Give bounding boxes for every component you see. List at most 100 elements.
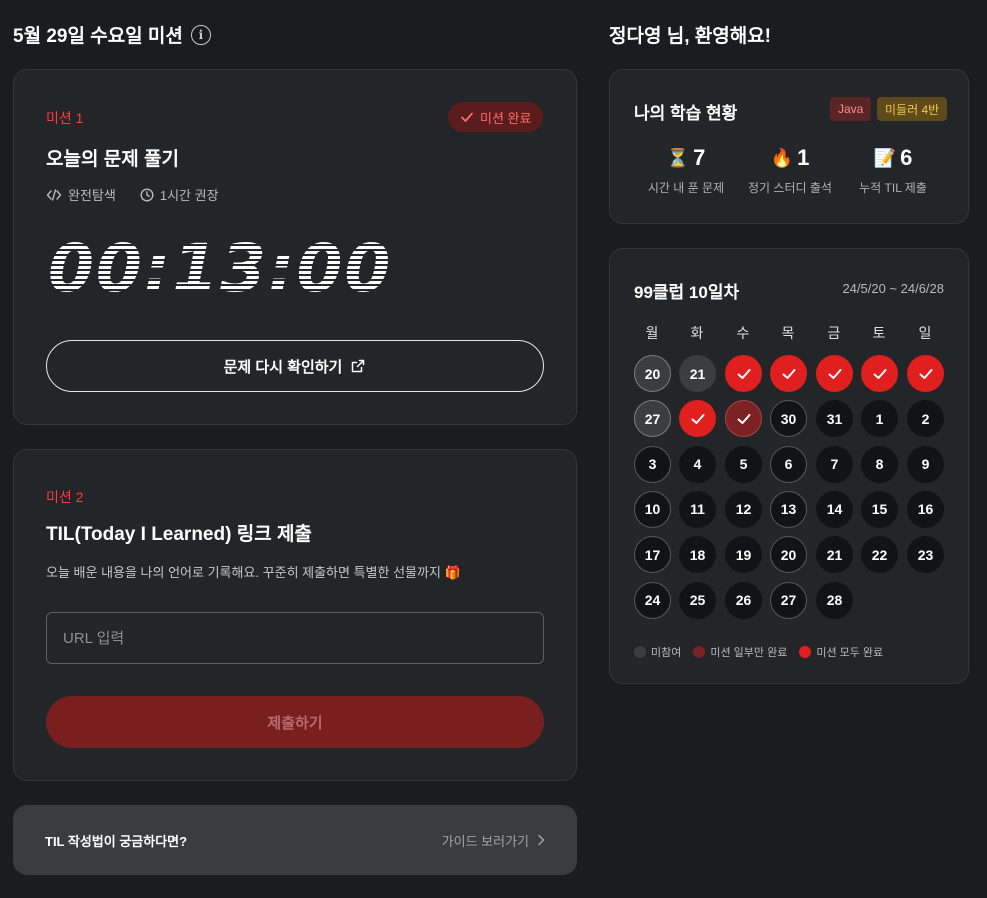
- calendar-day[interactable]: 22: [861, 536, 898, 574]
- calendar-day[interactable]: 9: [907, 445, 944, 483]
- calendar-day[interactable]: 2: [907, 400, 944, 438]
- calendar-day[interactable]: 24: [634, 581, 671, 619]
- calendar-day[interactable]: 7: [816, 445, 853, 483]
- review-problem-label: 문제 다시 확인하기: [223, 358, 343, 376]
- calendar-day-number: 24: [644, 592, 661, 608]
- check-icon: [737, 368, 750, 379]
- calendar-day[interactable]: [725, 355, 762, 392]
- calendar-day[interactable]: 10: [634, 490, 671, 528]
- calendar-day[interactable]: 18: [679, 536, 716, 574]
- calendar-day-number: 2: [921, 410, 930, 427]
- check-icon: [873, 368, 886, 379]
- code-icon: [46, 188, 62, 201]
- calendar-day[interactable]: 30: [770, 400, 807, 438]
- check-icon: [919, 368, 932, 379]
- learning-status-card: 나의 학습 현황 Java 미들러 4반 ⏳ 7 시간 내 푼 문제 🔥 1 정기 …: [609, 69, 969, 224]
- check-icon: [828, 368, 841, 379]
- time-hint: 1시간 권장: [140, 185, 219, 204]
- calendar-day[interactable]: 25: [679, 581, 716, 619]
- calendar-day[interactable]: 20: [634, 355, 671, 392]
- stat-attendance-value: 🔥 1: [771, 145, 810, 171]
- calendar-day[interactable]: [679, 400, 716, 438]
- time-hint-label: 1시간 권장: [159, 188, 219, 203]
- calendar-day-number: 10: [644, 501, 661, 518]
- language-tag: Java: [830, 97, 872, 121]
- stat-attendance-number: 1: [797, 145, 810, 170]
- calendar-day[interactable]: 27: [770, 581, 807, 619]
- legend-partial-label: 미션 일부만 완료: [710, 647, 788, 659]
- stat-solved-in-time: ⏳ 7 시간 내 푼 문제: [631, 145, 741, 196]
- calendar-day[interactable]: 23: [907, 536, 944, 574]
- guide-link-label: 가이드 보러가기: [441, 833, 529, 849]
- calendar-day-number: 5: [739, 456, 748, 473]
- submit-button[interactable]: 제출하기: [46, 696, 544, 748]
- calendar-day[interactable]: 15: [861, 490, 898, 528]
- mission2-card: 미션 2 TIL(Today I Learned) 링크 제출 오늘 배운 내용…: [13, 449, 577, 781]
- calendar-day-number: 7: [830, 456, 839, 473]
- calendar-day[interactable]: 14: [816, 490, 853, 528]
- calendar-day[interactable]: 12: [725, 490, 762, 528]
- calendar-day[interactable]: 5: [725, 445, 762, 483]
- calendar-day[interactable]: [907, 355, 944, 392]
- calendar-day[interactable]: 4: [679, 445, 716, 483]
- welcome-heading: 정다영 님, 환영해요!: [609, 21, 771, 48]
- memo-icon: 📝: [873, 147, 897, 168]
- calendar-day[interactable]: 20: [770, 536, 807, 574]
- calendar-day-number: 20: [644, 365, 661, 382]
- legend-partial-dot: [693, 646, 706, 658]
- guide-link[interactable]: 가이드 보러가기: [442, 831, 545, 850]
- calendar-day[interactable]: 1: [861, 400, 898, 438]
- check-icon: [737, 413, 750, 424]
- calendar-day[interactable]: 28: [816, 581, 853, 619]
- calendar-day[interactable]: 17: [634, 536, 671, 574]
- calendar-day[interactable]: [725, 400, 762, 438]
- calendar-day[interactable]: 31: [816, 400, 853, 438]
- calendar-day[interactable]: 26: [725, 581, 762, 619]
- calendar-day[interactable]: 16: [907, 490, 944, 528]
- fire-icon: 🔥: [770, 147, 794, 168]
- weekday-label: 목: [781, 325, 795, 341]
- review-problem-button[interactable]: 문제 다시 확인하기: [46, 340, 544, 392]
- page-title: 5월 29일 수요일 미션 i: [13, 21, 211, 48]
- calendar-day-number: 16: [917, 501, 934, 518]
- calendar-day-number: 19: [735, 546, 752, 563]
- mission1-meta: 완전탐색 1시간 권장: [46, 185, 219, 204]
- calendar-day-number: 9: [921, 456, 930, 473]
- calendar-day[interactable]: 6: [770, 445, 807, 483]
- check-icon: [782, 368, 795, 379]
- calendar-day-number: 6: [784, 456, 793, 473]
- weekday-label: 금: [827, 325, 841, 341]
- calendar-title: 99클럽 10일차: [634, 283, 740, 302]
- calendar-day[interactable]: 21: [679, 355, 716, 392]
- stat-til-value: 📝 6: [874, 145, 913, 171]
- calendar-day-number: 14: [826, 501, 843, 518]
- calendar-day-number: 4: [693, 456, 702, 473]
- calendar-day[interactable]: 3: [634, 445, 671, 483]
- calendar-day[interactable]: [816, 355, 853, 392]
- til-guide-banner[interactable]: TIL 작성법이 궁금하다면? 가이드 보러가기: [13, 805, 577, 875]
- algorithm-tag-label: 완전탐색: [68, 188, 116, 203]
- calendar-day[interactable]: 27: [634, 400, 671, 438]
- til-url-input[interactable]: [46, 612, 544, 664]
- calendar-day[interactable]: 13: [770, 490, 807, 528]
- stat-attendance-label: 정기 스터디 출석: [748, 181, 832, 195]
- weekday-label: 토: [872, 325, 886, 341]
- mission1-label: 미션 1: [46, 110, 84, 126]
- calendar-day-number: 30: [780, 410, 797, 427]
- weekday-label: 수: [736, 325, 750, 341]
- calendar-day-number: 8: [875, 456, 884, 473]
- calendar-day[interactable]: 21: [816, 536, 853, 574]
- calendar-day[interactable]: 11: [679, 490, 716, 528]
- mission2-title: TIL(Today I Learned) 링크 제출: [46, 524, 312, 545]
- calendar-day[interactable]: [861, 355, 898, 392]
- clock-icon: [140, 187, 154, 202]
- calendar-day[interactable]: [770, 355, 807, 392]
- legend-absent-dot: [634, 646, 646, 658]
- stat-solved-number: 7: [693, 145, 706, 170]
- calendar-day-number: 1: [875, 410, 884, 427]
- calendar-day[interactable]: 19: [725, 536, 762, 574]
- welcome-text: 정다영 님, 환영해요!: [609, 26, 772, 47]
- info-icon[interactable]: i: [190, 24, 211, 45]
- legend-full-label: 미션 모두 완료: [816, 647, 884, 659]
- calendar-day[interactable]: 8: [861, 445, 898, 483]
